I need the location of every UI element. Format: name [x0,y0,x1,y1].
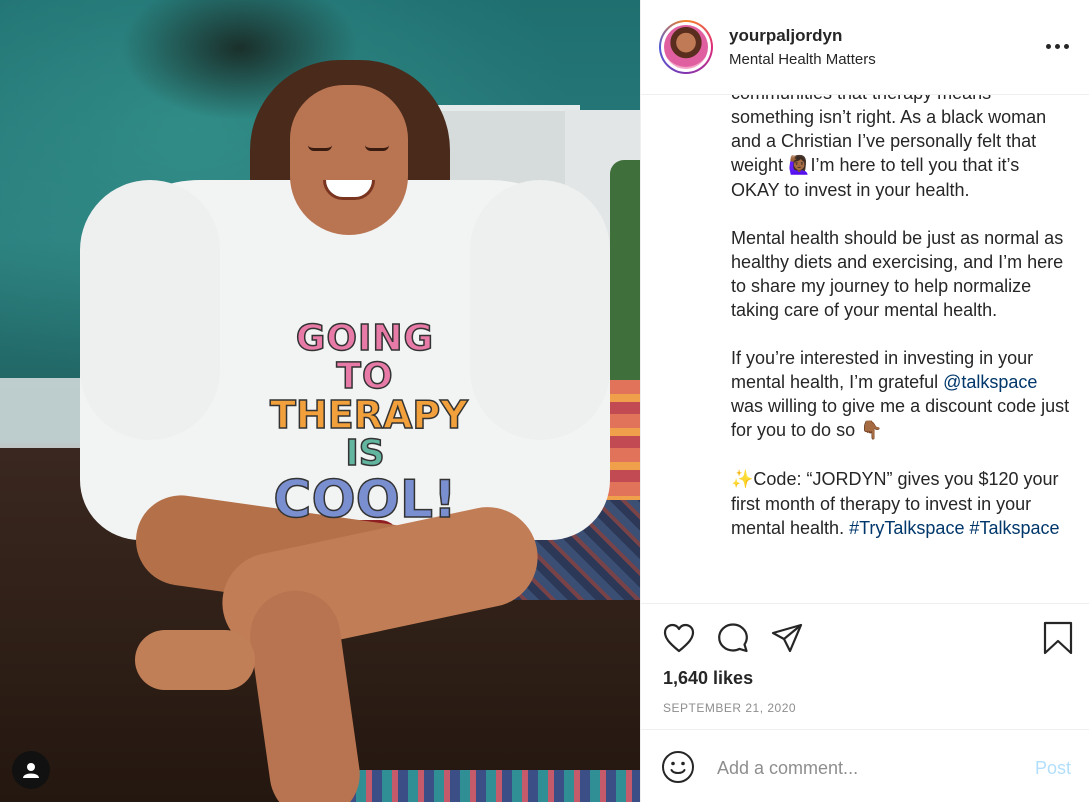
comment-icon [718,623,748,653]
raising-hand-emoji-icon: 🙋🏾‍♀️ [788,155,811,176]
caption-text: was willing to give me a discount code j… [731,396,1070,440]
hashtag-link-talkspace[interactable]: #Talkspace [969,518,1059,538]
post-comment-button[interactable]: Post [1035,758,1071,779]
username-link[interactable]: yourpaljordyn [729,26,842,46]
person-sleeve-left [80,180,220,440]
comment-button[interactable] [715,620,751,656]
sweater-slogan: GOING TO THERAPY IS COOL! [269,318,468,531]
paper-plane-icon [771,623,803,653]
tagged-user-button[interactable] [12,751,50,789]
mention-link-talkspace[interactable]: @talkspace [943,372,1037,392]
save-button[interactable] [1040,620,1076,656]
sparkles-emoji-icon: ✨ [731,469,754,490]
caption-paragraph-1: communities that therapy means something… [731,95,1071,202]
caption-paragraph-2: Mental health should be just as normal a… [731,228,1064,320]
person-sleeve-right [470,180,610,440]
caption-scroll[interactable]: communities that therapy means something… [641,95,1089,603]
post-header: yourpaljordyn Mental Health Matters [641,0,1089,95]
post-location[interactable]: Mental Health Matters [729,51,876,68]
slogan-line-4: COOL! [273,470,458,531]
caption-paragraph-4: ✨Code: “JORDYN” gives you $120 your firs… [731,467,1071,540]
person-eye-left [308,145,332,151]
avatar-image [664,25,708,69]
caption-paragraph-3: If you’re interested in investing in you… [731,346,1071,443]
post-photo[interactable]: GOING TO THERAPY IS COOL! [0,0,640,802]
post-details-panel: yourpaljordyn Mental Health Matters comm… [640,0,1089,802]
post-actions: 1,640 likes SEPTEMBER 21, 2020 [641,603,1089,729]
person-face [290,85,408,235]
slogan-line-3: IS [345,433,386,475]
more-options-icon[interactable] [1046,36,1072,56]
slogan-line-2: THERAPY [269,392,468,437]
comment-bar: Post [641,729,1089,802]
like-button[interactable] [661,620,697,656]
photo-person: GOING TO THERAPY IS COOL! [40,30,610,802]
comment-input[interactable] [717,752,1017,784]
photo-cactus [610,160,640,390]
pointing-down-emoji-icon: 👇🏾 [860,420,883,441]
person-foot [135,630,255,690]
slogan-line-1: GOING TO [295,318,435,397]
heart-icon [663,623,695,653]
emoji-picker-icon[interactable] [661,750,695,784]
post-date[interactable]: SEPTEMBER 21, 2020 [663,701,796,715]
post-caption: communities that therapy means something… [731,95,1071,564]
hashtag-link-trytalkspace[interactable]: #TryTalkspace [849,518,964,538]
share-button[interactable] [769,620,805,656]
bookmark-icon [1043,621,1073,655]
likes-count[interactable]: 1,640 likes [663,668,753,689]
user-icon [23,763,39,778]
avatar[interactable] [659,20,713,74]
person-eye-right [365,145,389,151]
